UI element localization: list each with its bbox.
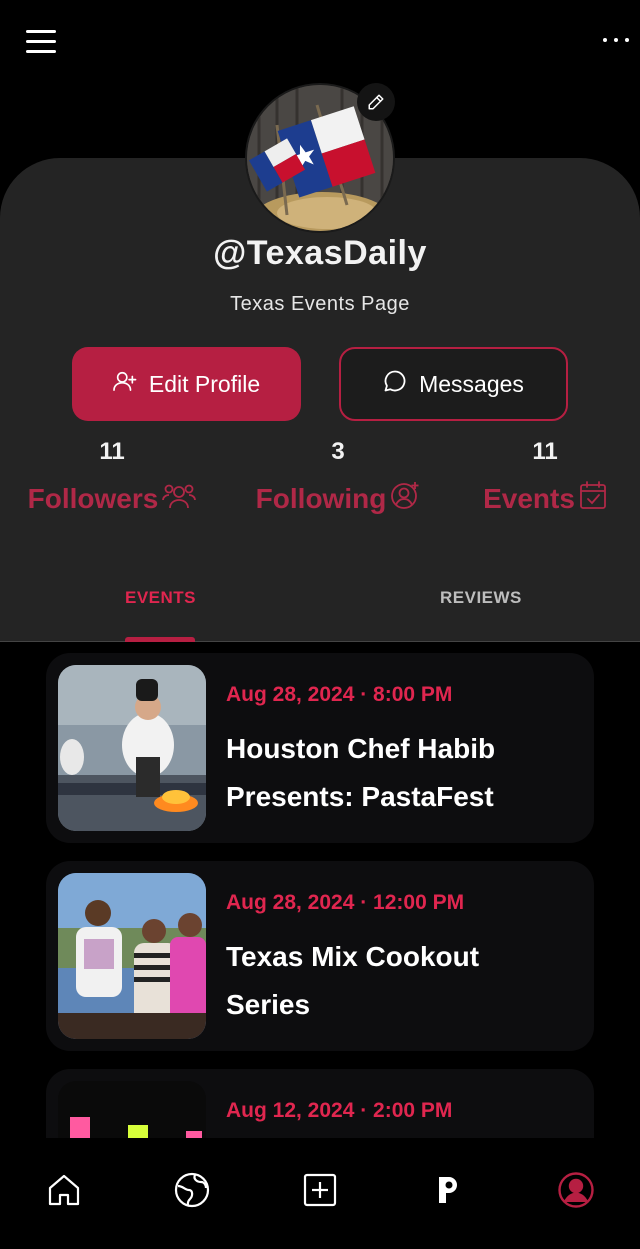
add-user-icon — [113, 370, 137, 398]
messages-button[interactable]: Messages — [339, 347, 568, 421]
event-date: Aug 12, 2024 · 2:00 PM — [226, 1099, 453, 1122]
followers-label: Followers — [27, 482, 159, 514]
bottom-nav — [0, 1138, 640, 1249]
following-count: 3 — [331, 438, 345, 465]
top-bar — [0, 0, 640, 90]
event-card[interactable]: Aug 12, 2024 · 2:00 PM — [46, 1069, 594, 1138]
event-card[interactable]: Aug 28, 2024 · 8:00 PM Houston Chef Habi… — [46, 653, 594, 843]
following-icon — [390, 480, 420, 517]
tab-reviews[interactable]: REVIEWS — [440, 588, 522, 608]
profile-bio: Texas Events Page — [230, 293, 410, 315]
edit-profile-button[interactable]: Edit Profile — [72, 347, 301, 421]
events-label: Events — [483, 482, 575, 514]
avatar-container — [245, 83, 395, 233]
profile-icon[interactable] — [556, 1170, 596, 1210]
pencil-icon[interactable] — [357, 83, 395, 121]
events-count: 11 — [532, 438, 558, 465]
hamburger-menu-icon[interactable] — [26, 30, 56, 54]
event-title: Houston Chef Habib Presents: PastaFest — [226, 733, 496, 812]
stat-following[interactable]: 3 Following — [238, 438, 438, 517]
event-title: Texas Mix Cookout Series — [226, 941, 480, 1020]
username: @TexasDaily — [213, 234, 427, 272]
event-image — [58, 873, 206, 1039]
followers-icon — [162, 480, 197, 517]
active-tab-indicator — [125, 637, 195, 642]
edit-profile-label: Edit Profile — [148, 370, 261, 397]
stat-followers[interactable]: 11 Followers — [12, 438, 212, 517]
calendar-icon — [579, 480, 607, 517]
event-list[interactable]: Aug 28, 2024 · 8:00 PM Houston Chef Habi… — [0, 643, 640, 1138]
chat-bubble-icon — [383, 369, 407, 399]
event-image — [58, 665, 206, 831]
add-square-icon[interactable] — [300, 1170, 340, 1210]
p-logo-icon[interactable] — [428, 1170, 468, 1210]
followers-count: 11 — [99, 438, 125, 465]
following-label: Following — [255, 482, 387, 514]
home-icon[interactable] — [44, 1170, 84, 1210]
globe-icon[interactable] — [172, 1170, 212, 1210]
event-date: Aug 28, 2024 · 8:00 PM — [226, 683, 453, 706]
tab-events[interactable]: EVENTS — [125, 588, 196, 608]
event-date: Aug 28, 2024 · 12:00 PM — [226, 891, 465, 914]
more-dots-icon[interactable] — [600, 32, 632, 48]
stat-events[interactable]: 11 Events — [445, 438, 640, 517]
event-image — [58, 1081, 206, 1138]
event-card[interactable]: Aug 28, 2024 · 12:00 PM Texas Mix Cookou… — [46, 861, 594, 1051]
messages-label: Messages — [419, 370, 524, 397]
